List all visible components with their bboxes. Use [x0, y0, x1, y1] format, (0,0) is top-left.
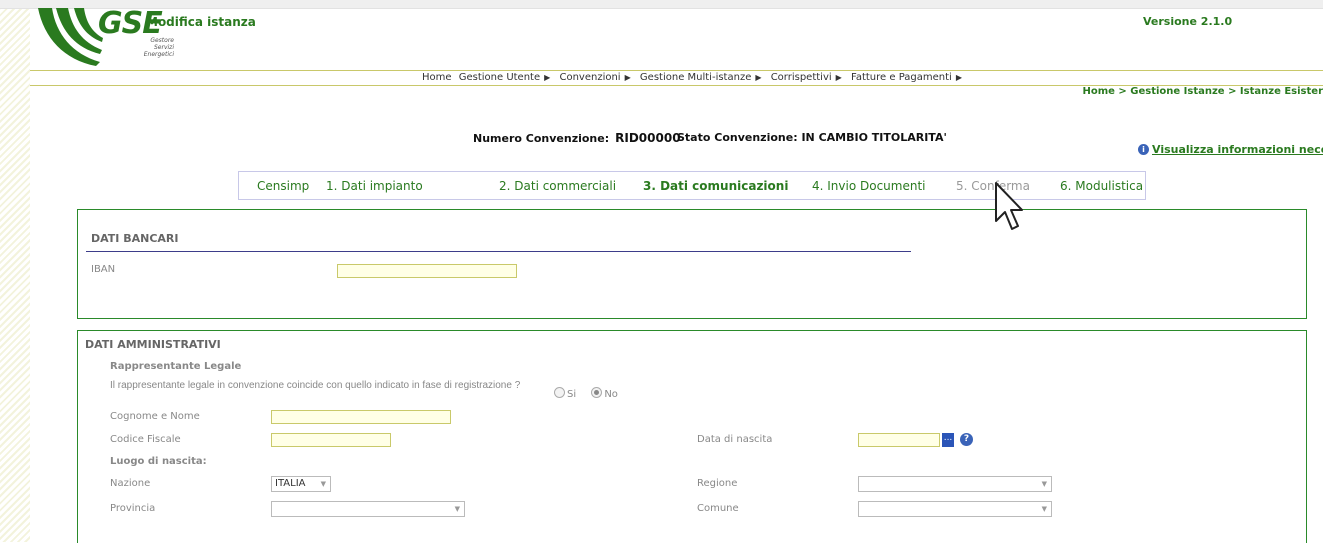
breadcrumb[interactable]: Home > Gestione Istanze > Istanze Esiste…: [1082, 86, 1323, 97]
gse-logo: GSE Gestore Servizi Energetici: [34, 6, 174, 70]
regione-label: Regione: [697, 478, 738, 489]
mouse-pointer-icon: [995, 182, 1023, 230]
chevron-down-icon: ▼: [320, 480, 326, 488]
step-dati-comunicazioni[interactable]: 3. Dati comunicazioni: [643, 179, 788, 193]
radio-si[interactable]: [554, 387, 565, 398]
codice-fiscale-label: Codice Fiscale: [110, 434, 181, 445]
dati-bancari-panel: DATI BANCARI IBAN: [77, 209, 1307, 319]
help-icon[interactable]: ?: [960, 433, 973, 446]
step-dati-impianto[interactable]: 1. Dati impianto: [326, 179, 423, 193]
calendar-button[interactable]: ...: [942, 433, 954, 447]
convention-number: Numero Convenzione: RID00000: [473, 131, 681, 145]
left-decorative-strip: [0, 0, 30, 542]
menu-arrow-icon: ▶: [755, 73, 762, 82]
convention-status-value: IN CAMBIO TITOLARITA': [801, 131, 947, 144]
radio-no-label: No: [604, 389, 618, 400]
top-bar: [0, 0, 1323, 9]
data-nascita-input[interactable]: [858, 433, 940, 447]
menu-arrow-icon: ▶: [624, 73, 631, 82]
menu-item-convenzioni[interactable]: Convenzioni: [559, 72, 620, 83]
cognome-nome-input[interactable]: [271, 410, 451, 424]
radio-si-label: Si: [567, 389, 577, 400]
convention-status: Stato Convenzione: IN CAMBIO TITOLARITA': [677, 131, 947, 144]
logo-sub-line: Energetici: [143, 51, 174, 58]
step-censimp[interactable]: Censimp: [257, 179, 309, 193]
codice-fiscale-input[interactable]: [271, 433, 391, 447]
iban-input[interactable]: [337, 264, 517, 278]
nazione-select[interactable]: ITALIA ▼: [271, 476, 331, 492]
chevron-down-icon: ▼: [454, 505, 460, 513]
info-link-text[interactable]: Visualizza informazioni necessari: [1152, 143, 1323, 156]
rappresentante-legale-subtitle: Rappresentante Legale: [110, 361, 242, 372]
menu-item-gestione-multi-istanze[interactable]: Gestione Multi-istanze: [640, 72, 751, 83]
convention-status-label: Stato Convenzione:: [677, 131, 798, 144]
iban-label: IBAN: [91, 264, 116, 275]
menu-item-corrispettivi[interactable]: Corrispettivi: [771, 72, 832, 83]
convention-number-value: RID00000: [615, 131, 681, 145]
version-label: Versione 2.1.0: [1143, 15, 1233, 28]
menu-item-gestione-utente[interactable]: Gestione Utente: [459, 72, 540, 83]
step-modulistica[interactable]: 6. Modulistica: [1060, 179, 1143, 193]
logo-sub-line: Gestore: [150, 37, 174, 44]
convention-number-label: Numero Convenzione:: [473, 132, 610, 145]
dati-bancari-title: DATI BANCARI: [91, 232, 179, 245]
nazione-select-value: ITALIA: [275, 478, 306, 489]
menu-item-fatture-pagamenti[interactable]: Fatture e Pagamenti: [851, 72, 952, 83]
comune-label: Comune: [697, 503, 739, 514]
menu-arrow-icon: ▶: [544, 73, 551, 82]
section-divider: [86, 251, 911, 252]
comune-select[interactable]: ▼: [858, 501, 1052, 517]
coincide-question: Il rappresentante legale in convenzione …: [110, 380, 521, 391]
chevron-down-icon: ▼: [1041, 480, 1047, 488]
coincide-radio-group: Si No: [554, 387, 618, 400]
provincia-label: Provincia: [110, 503, 156, 514]
cognome-nome-label: Cognome e Nome: [110, 411, 200, 422]
nazione-label: Nazione: [110, 478, 151, 489]
logo-sub-line: Servizi: [153, 44, 174, 51]
provincia-select[interactable]: ▼: [271, 501, 465, 517]
chevron-down-icon: ▼: [1041, 505, 1047, 513]
regione-select[interactable]: ▼: [858, 476, 1052, 492]
main-menu: Home Gestione Utente ▶ Convenzioni ▶ Gesti…: [422, 72, 968, 83]
step-invio-documenti[interactable]: 4. Invio Documenti: [812, 179, 926, 193]
logo-subtitle: Gestore Servizi Energetici: [134, 37, 174, 58]
info-link[interactable]: iVisualizza informazioni necessari: [1138, 143, 1323, 156]
header-divider: [30, 70, 1323, 71]
dati-amministrativi-panel: DATI AMMINISTRATIVI Rappresentante Legal…: [77, 330, 1307, 543]
menu-arrow-icon: ▶: [955, 73, 962, 82]
logo-swoosh-icon: [38, 8, 103, 66]
info-icon: i: [1138, 144, 1149, 155]
luogo-nascita-label: Luogo di nascita:: [110, 456, 207, 467]
menu-arrow-icon: ▶: [835, 73, 842, 82]
dati-amministrativi-title: DATI AMMINISTRATIVI: [85, 338, 221, 351]
menu-item-home[interactable]: Home: [422, 72, 452, 83]
radio-no[interactable]: [591, 387, 603, 398]
step-dati-commerciali[interactable]: 2. Dati commerciali: [499, 179, 616, 193]
data-nascita-label: Data di nascita: [697, 434, 773, 445]
app-title: Modifica istanza: [146, 15, 256, 29]
